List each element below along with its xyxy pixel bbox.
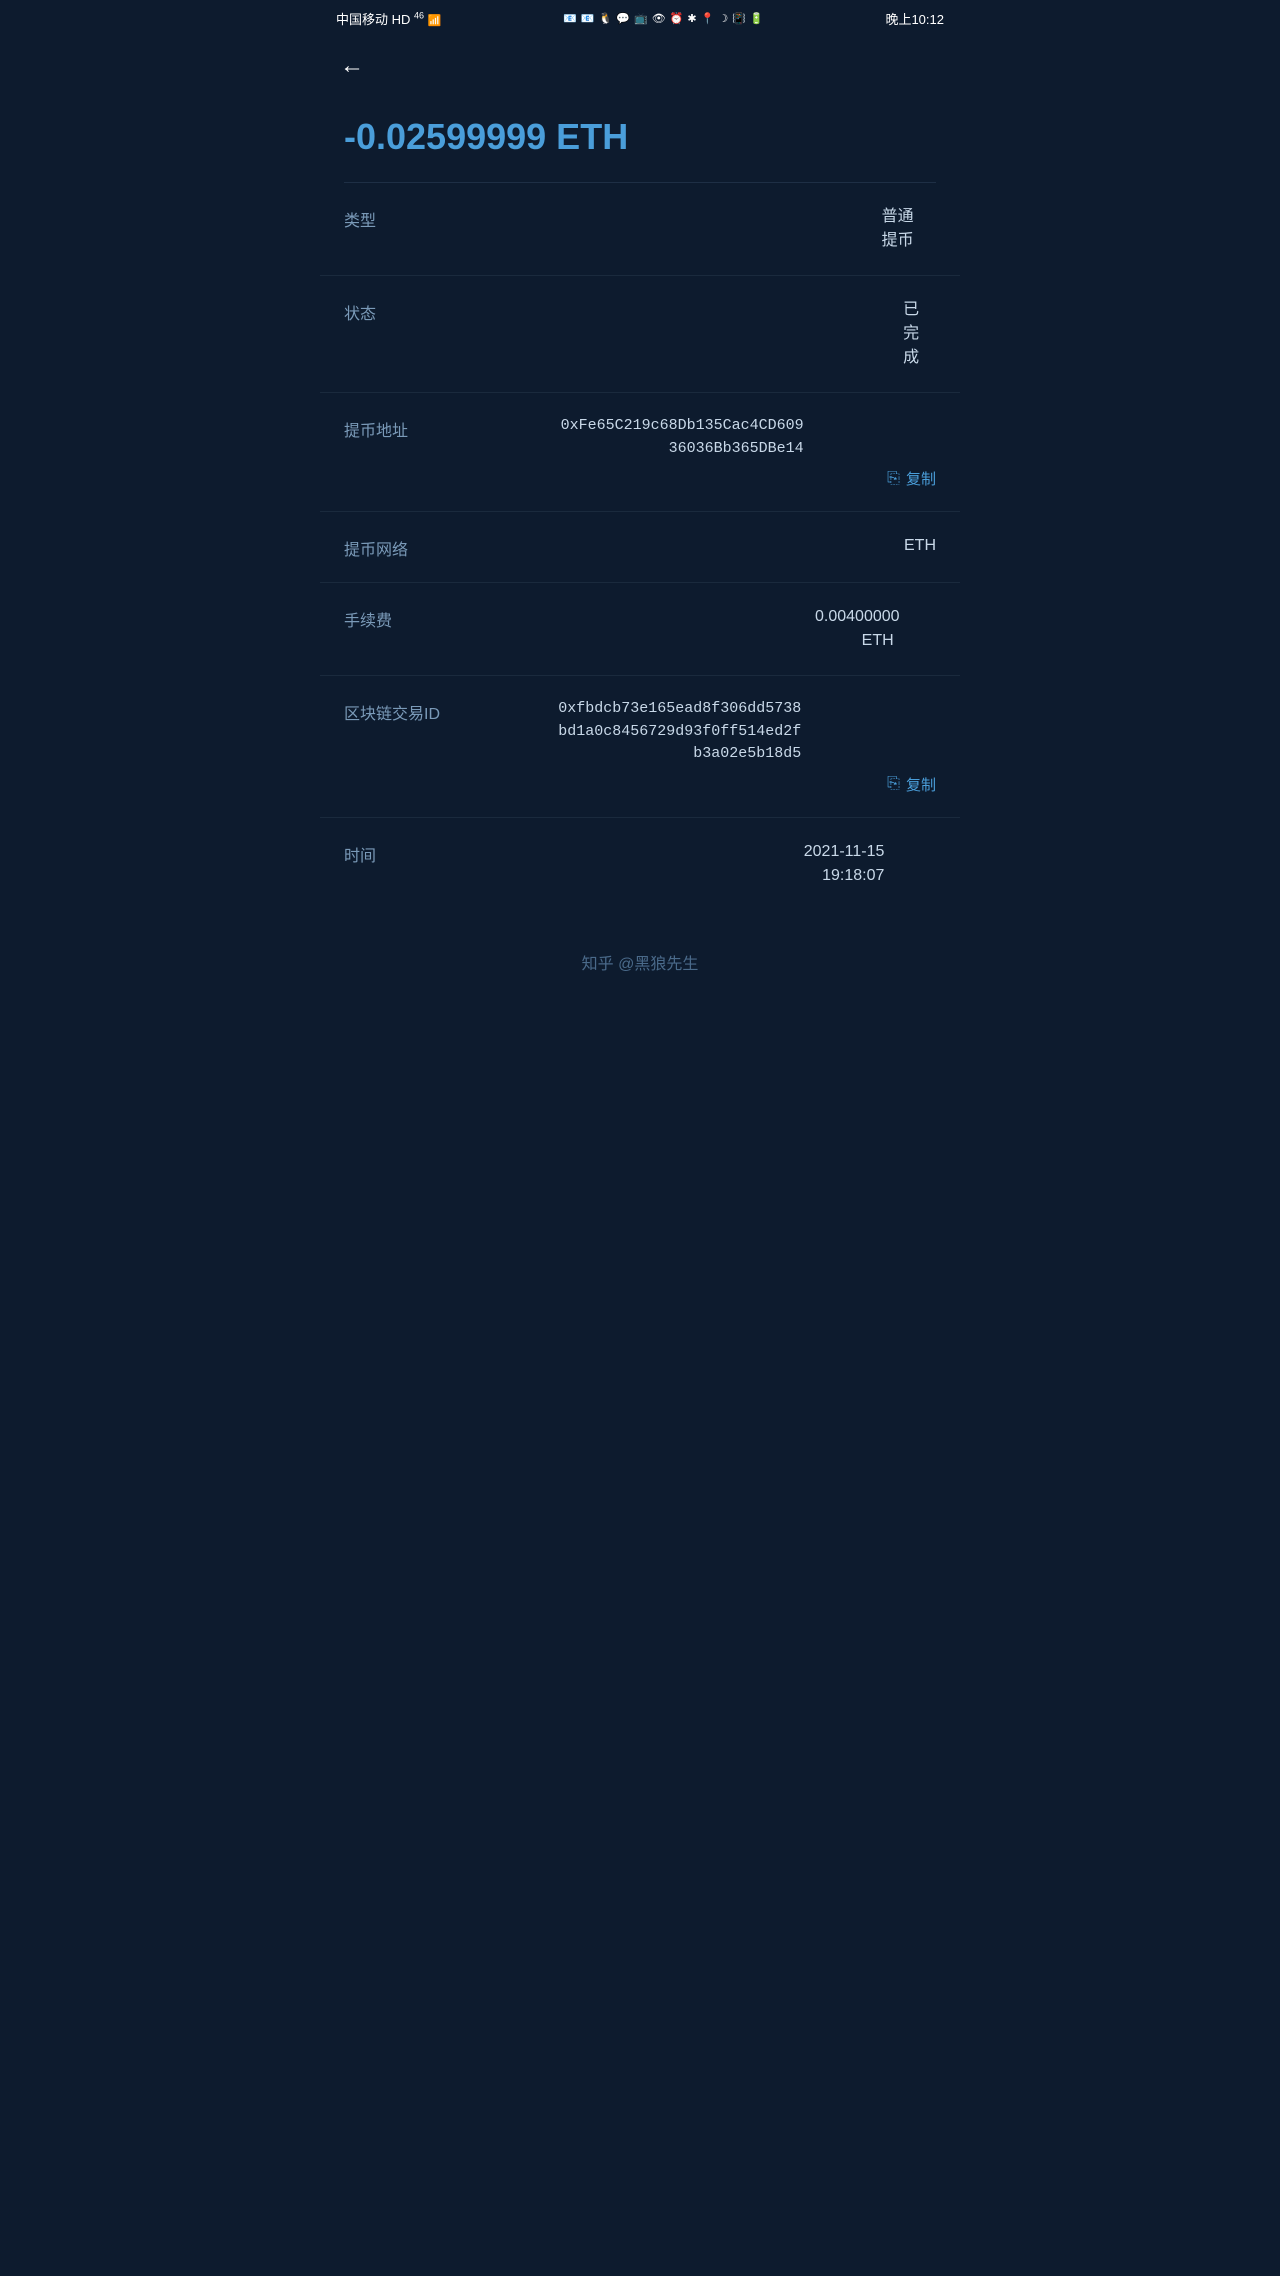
copy-label-2: 复制 xyxy=(906,468,936,489)
back-bar: ← xyxy=(320,36,960,96)
copy-button-2[interactable]: ⎘ 复制 xyxy=(558,468,936,489)
watermark: 知乎 @黑狼先生 xyxy=(320,910,960,994)
amount-section: -0.02599999 ETH xyxy=(320,96,960,182)
copy-icon-5: ⎘ xyxy=(887,775,900,793)
copy-icon-2: ⎘ xyxy=(887,470,900,488)
detail-label-4: 手续费 xyxy=(344,605,392,631)
detail-value-4: 0.00400000 ETH xyxy=(815,605,894,653)
detail-label-6: 时间 xyxy=(344,840,376,866)
status-icons: 📧 📧 🐧 💬 📺 👁 ⏰ ✱ 📍 ☽ 📳 🔋 xyxy=(563,12,763,25)
copy-label-5: 复制 xyxy=(906,774,936,795)
detail-label-3: 提币网络 xyxy=(344,534,408,560)
detail-label-1: 状态 xyxy=(344,298,376,324)
detail-value-6: 2021-11-15 19:18:07 xyxy=(789,840,885,888)
detail-label-2: 提币地址 xyxy=(344,415,408,441)
back-button[interactable]: ← xyxy=(340,52,364,79)
detail-row-4: 手续费 0.00400000 ETH xyxy=(320,583,960,676)
detail-label-5: 区块链交易ID xyxy=(344,698,440,724)
detail-row-6: 时间 2021-11-15 19:18:07 xyxy=(320,818,960,910)
detail-row-2: 提币地址 0xFe65C219c68Db135Cac4CD60936036Bb36… xyxy=(320,393,960,512)
amount-value: -0.02599999 ETH xyxy=(344,116,936,158)
detail-value-0: 普通提币 xyxy=(872,205,914,253)
detail-label-0: 类型 xyxy=(344,205,376,231)
copy-button-5[interactable]: ⎘ 复制 xyxy=(551,774,936,795)
detail-value-3: ETH xyxy=(904,534,925,558)
detail-list: 类型 普通提币状态 已完成提币地址 0xFe65C219c68Db135Cac4CD6… xyxy=(320,183,960,910)
status-bar: 中国移动 HD 46 📶 📧 📧 🐧 💬 📺 👁 ⏰ ✱ 📍 ☽ 📳 🔋 晚上1… xyxy=(320,0,960,36)
detail-row-1: 状态 已完成 xyxy=(320,276,960,393)
detail-row-5: 区块链交易ID 0xfbdcb73e165ead8f306dd5738bd1a0c… xyxy=(320,676,960,818)
carrier-text: 中国移动 HD 46 📶 xyxy=(336,9,441,28)
time-text: 晚上10:12 xyxy=(885,9,944,28)
detail-value-5: 0xfbdcb73e165ead8f306dd5738bd1a0c8456729… xyxy=(551,698,801,766)
detail-row-3: 提币网络 ETH xyxy=(320,512,960,583)
detail-value-1: 已完成 xyxy=(888,298,919,370)
detail-row-0: 类型 普通提币 xyxy=(320,183,960,276)
detail-value-2: 0xFe65C219c68Db135Cac4CD60936036Bb365DBe… xyxy=(558,415,804,460)
